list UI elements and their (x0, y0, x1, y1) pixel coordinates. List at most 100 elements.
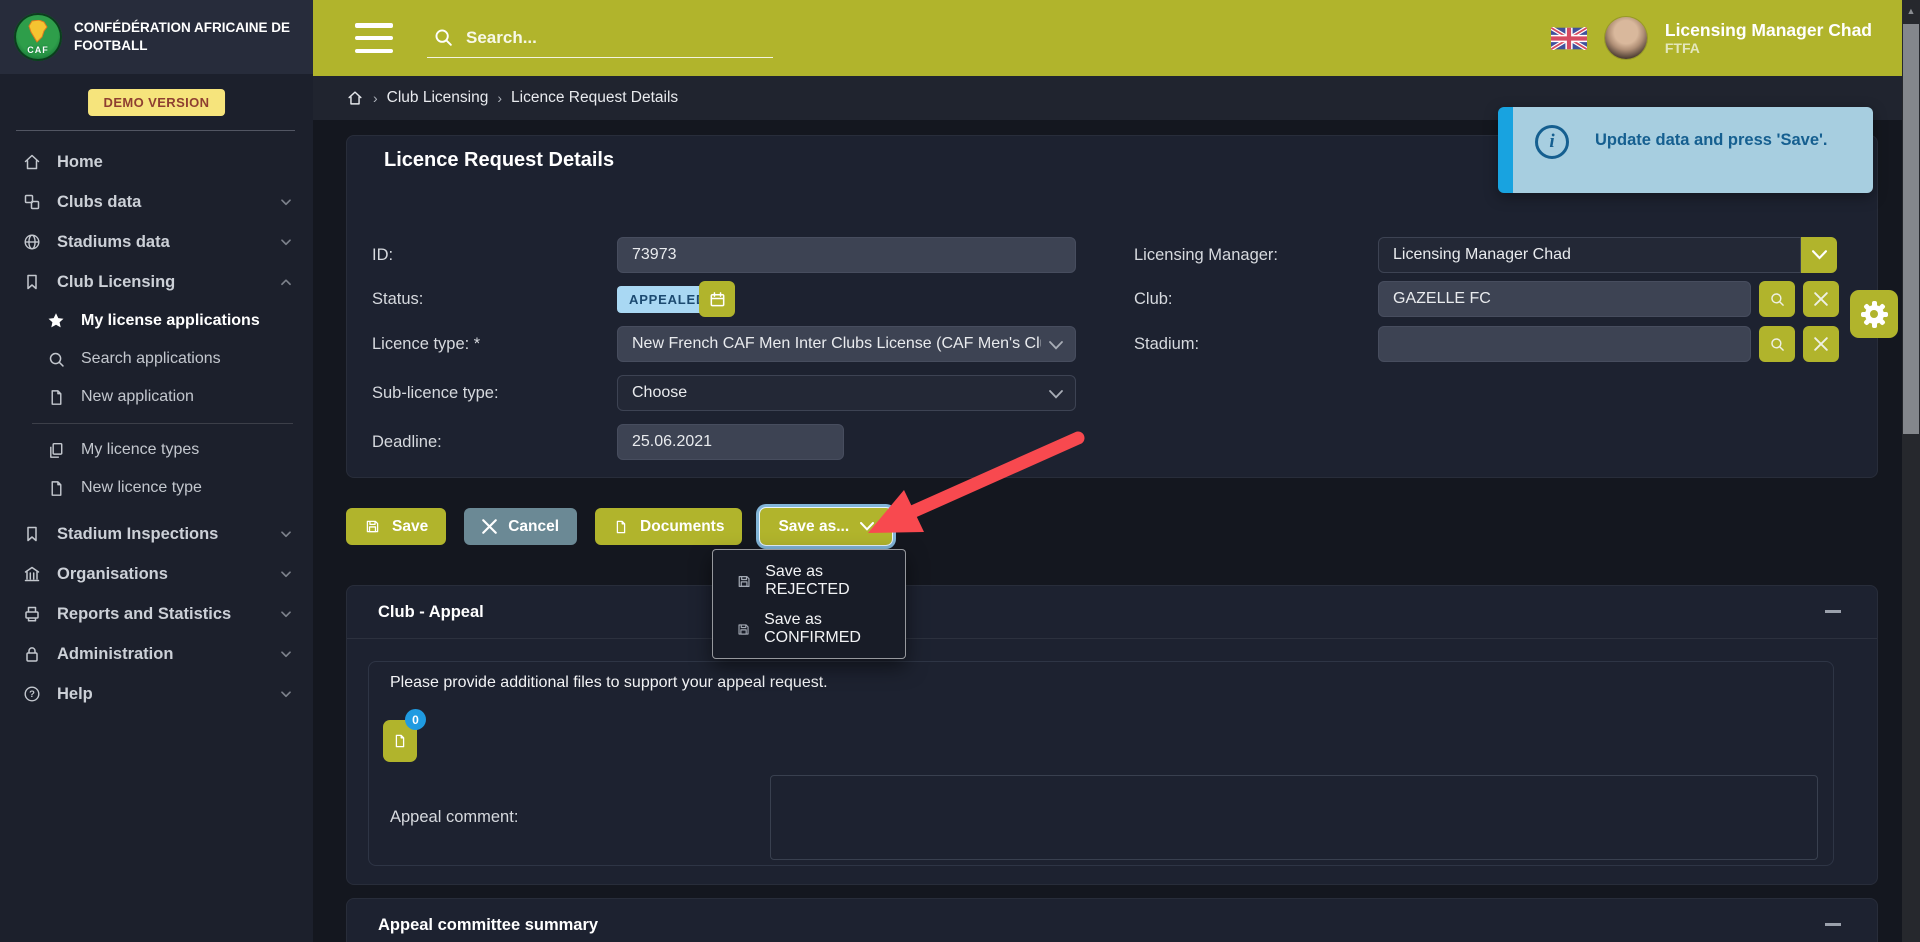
stadium-field[interactable] (1378, 326, 1751, 362)
collapse-icon[interactable] (1825, 610, 1841, 613)
sub-licence-type-select[interactable]: Choose (617, 375, 1076, 411)
demo-version-badge: DEMO VERSION (88, 89, 226, 116)
topbar-user-area: Licensing Manager Chad FTFA (1551, 0, 1872, 76)
sidebar-item-stadium-inspections[interactable]: Stadium Inspections (0, 514, 313, 554)
bookmark-icon (22, 272, 42, 292)
chevron-down-icon (1812, 250, 1827, 260)
global-search (427, 20, 773, 58)
user-info[interactable]: Licensing Manager Chad FTFA (1665, 20, 1872, 56)
breadcrumb-separator: › (373, 90, 378, 106)
status-history-button[interactable] (699, 281, 735, 317)
search-icon (1769, 336, 1786, 353)
sidebar-item-organisations[interactable]: Organisations (0, 554, 313, 594)
sidebar-item-label: Clubs data (57, 193, 262, 212)
club-label: Club: (1134, 281, 1173, 317)
building-icon (22, 564, 42, 584)
sidebar-item-club-licensing[interactable]: Club Licensing (0, 262, 313, 302)
sidebar-item-my-license-applications[interactable]: My license applications (0, 302, 313, 340)
chevron-down-icon (277, 193, 295, 211)
page-title: Licence Request Details (384, 149, 614, 172)
bookmark-icon (22, 524, 42, 544)
file-icon (613, 519, 629, 535)
sidebar-item-label: My license applications (81, 312, 295, 330)
sidebar-item-new-application[interactable]: New application (0, 378, 313, 416)
sidebar-item-label: Stadium Inspections (57, 525, 262, 544)
sidebar-item-administration[interactable]: Administration (0, 634, 313, 674)
sidebar-item-label: My licence types (81, 441, 295, 459)
save-icon (736, 573, 752, 590)
chevron-down-icon (277, 525, 295, 543)
save-icon (364, 518, 381, 535)
action-button-row: Save Cancel Documents Save as... (346, 508, 892, 545)
sidebar-item-label: Club Licensing (57, 273, 262, 292)
sidebar-nav: Home Clubs data Stadiums data (0, 142, 313, 714)
appeal-files-card: Please provide additional files to suppo… (368, 661, 1834, 866)
save-as-menu: Save as REJECTED Save as CONFIRMED (712, 549, 906, 659)
menu-item-save-as-confirmed[interactable]: Save as CONFIRMED (713, 605, 905, 653)
sidebar-item-label: Organisations (57, 565, 262, 584)
sidebar-item-label: New application (81, 388, 295, 406)
id-field[interactable]: 73973 (617, 237, 1076, 273)
club-clear-button[interactable] (1803, 281, 1839, 317)
chevron-down-icon (1049, 341, 1063, 350)
breadcrumb-club-licensing[interactable]: Club Licensing (387, 89, 489, 107)
licence-type-select[interactable]: New French CAF Men Inter Clubs License (… (617, 326, 1076, 362)
uk-flag-icon[interactable] (1551, 27, 1587, 50)
sidebar-divider (16, 130, 295, 131)
star-icon (46, 311, 66, 331)
licensing-manager-dropdown-button[interactable] (1801, 237, 1837, 273)
globe-icon (22, 232, 42, 252)
sidebar-item-stadiums-data[interactable]: Stadiums data (0, 222, 313, 262)
close-icon (1814, 337, 1828, 351)
search-input[interactable] (466, 28, 769, 48)
chevron-down-icon (277, 605, 295, 623)
sidebar-item-search-applications[interactable]: Search applications (0, 340, 313, 378)
chevron-down-icon (1049, 390, 1063, 399)
info-toast[interactable]: i Update data and press 'Save'. (1498, 107, 1873, 193)
appeal-instruction: Please provide additional files to suppo… (390, 674, 828, 692)
close-icon (1814, 292, 1828, 306)
appeal-comment-textarea[interactable] (770, 775, 1818, 860)
menu-toggle-button[interactable] (355, 23, 393, 53)
files-count-badge: 0 (405, 709, 426, 730)
club-search-button[interactable] (1759, 281, 1795, 317)
collapse-icon[interactable] (1825, 923, 1841, 926)
calendar-icon (708, 290, 727, 309)
sidebar-item-my-licence-types[interactable]: My licence types (0, 431, 313, 469)
cancel-button[interactable]: Cancel (464, 508, 577, 545)
header-divider (347, 638, 1877, 639)
sidebar-item-new-licence-type[interactable]: New licence type (0, 469, 313, 507)
licensing-manager-select[interactable]: Licensing Manager Chad (1378, 237, 1801, 273)
documents-button[interactable]: Documents (595, 508, 742, 545)
sidebar-item-home[interactable]: Home (0, 142, 313, 182)
appeal-comment-label: Appeal comment: (390, 808, 518, 827)
menu-item-save-as-rejected[interactable]: Save as REJECTED (713, 557, 905, 605)
sidebar-item-reports-and-statistics[interactable]: Reports and Statistics (0, 594, 313, 634)
sidebar-item-clubs-data[interactable]: Clubs data (0, 182, 313, 222)
scroll-up-arrow[interactable]: ▲ (1902, 6, 1920, 16)
deadline-field[interactable]: 25.06.2021 (617, 424, 844, 460)
club-field[interactable]: GAZELLE FC (1378, 281, 1751, 317)
deadline-label: Deadline: (372, 424, 442, 460)
sidebar-item-label: Search applications (81, 350, 295, 368)
stadium-clear-button[interactable] (1803, 326, 1839, 362)
home-icon[interactable] (346, 89, 364, 107)
save-button[interactable]: Save (346, 508, 446, 545)
save-icon (736, 621, 751, 638)
app-window: CAF CONFÉDÉRATION AFRICAINE DE FOOTBALL … (0, 0, 1920, 942)
save-as-button[interactable]: Save as... (760, 508, 892, 545)
scrollbar-thumb[interactable] (1903, 24, 1919, 434)
sidebar: CAF CONFÉDÉRATION AFRICAINE DE FOOTBALL … (0, 0, 313, 942)
sidebar-item-help[interactable]: ? Help (0, 674, 313, 714)
page-scrollbar[interactable]: ▲ (1902, 0, 1920, 942)
chevron-down-icon (860, 522, 874, 531)
file-icon (46, 478, 66, 498)
settings-button[interactable] (1850, 290, 1898, 338)
chevron-down-icon (277, 233, 295, 251)
status-label: Status: (372, 281, 423, 317)
breadcrumb-separator: › (497, 90, 502, 106)
org-name: CONFÉDÉRATION AFRICAINE DE FOOTBALL (74, 19, 299, 55)
club-appeal-header: Club - Appeal (378, 603, 484, 622)
user-avatar[interactable] (1605, 17, 1647, 59)
stadium-search-button[interactable] (1759, 326, 1795, 362)
